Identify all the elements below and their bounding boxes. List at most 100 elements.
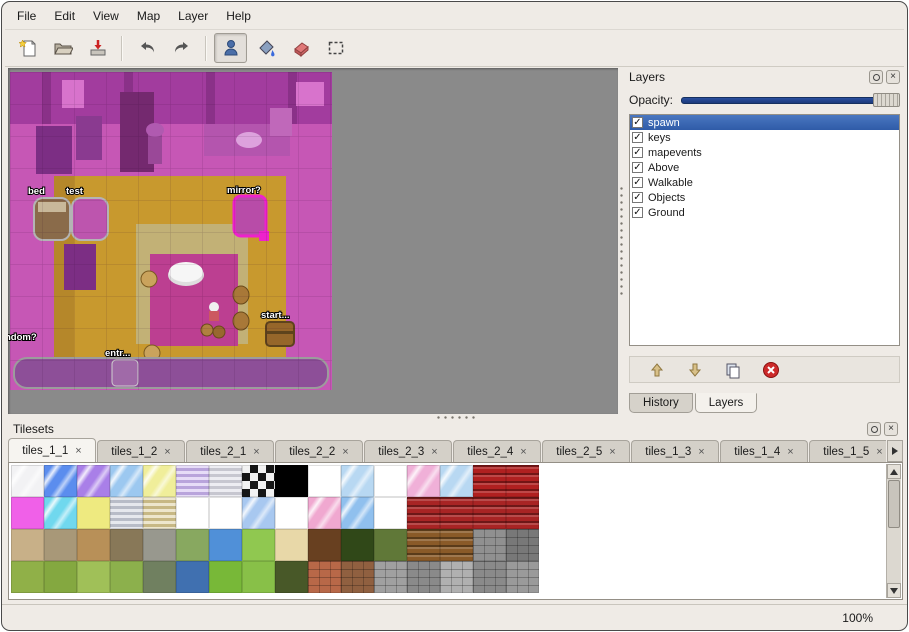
menu-help[interactable]: Help [217, 6, 260, 26]
eraser-tool-button[interactable] [284, 33, 317, 63]
tile-59[interactable] [374, 561, 407, 593]
menu-view[interactable]: View [84, 6, 128, 26]
tile-18[interactable] [77, 497, 110, 529]
tile-53[interactable] [176, 561, 209, 593]
new-file-button[interactable] [11, 33, 44, 63]
scroll-up-button[interactable] [887, 464, 901, 479]
tile-34[interactable] [77, 529, 110, 561]
float-panel-button[interactable] [867, 422, 881, 436]
tileset-tab-tiles_1_2[interactable]: tiles_1_2× [97, 440, 185, 462]
tab-close-icon[interactable]: × [164, 446, 170, 458]
map-canvas[interactable]: bedtestmirror?start...entr...random? [8, 68, 618, 414]
tile-24[interactable] [275, 497, 308, 529]
tile-9[interactable] [308, 465, 341, 497]
tile-8[interactable] [275, 465, 308, 497]
tile-29[interactable] [440, 497, 473, 529]
layer-row-Walkable[interactable]: ✓Walkable [630, 175, 899, 190]
lower-layer-button[interactable] [684, 359, 706, 381]
tileset-tab-tiles_1_4[interactable]: tiles_1_4× [720, 440, 808, 462]
open-button[interactable] [46, 33, 79, 63]
tile-45[interactable] [440, 529, 473, 561]
tile-50[interactable] [77, 561, 110, 593]
tile-11[interactable] [374, 465, 407, 497]
fill-tool-button[interactable] [249, 33, 282, 63]
tile-54[interactable] [209, 561, 242, 593]
layer-visible-checkbox[interactable]: ✓ [632, 192, 643, 203]
tile-55[interactable] [242, 561, 275, 593]
tileset-tab-tiles_1_5[interactable]: tiles_1_5× [809, 440, 886, 462]
tab-close-icon[interactable]: × [342, 446, 348, 458]
duplicate-layer-button[interactable] [722, 359, 744, 381]
tile-62[interactable] [473, 561, 506, 593]
tile-4[interactable] [143, 465, 176, 497]
tile-10[interactable] [341, 465, 374, 497]
tab-close-icon[interactable]: × [609, 446, 615, 458]
tab-close-icon[interactable]: × [787, 446, 793, 458]
close-panel-button[interactable]: × [884, 422, 898, 436]
tile-58[interactable] [341, 561, 374, 593]
tile-43[interactable] [374, 529, 407, 561]
tile-46[interactable] [473, 529, 506, 561]
tileset-tab-tiles_1_3[interactable]: tiles_1_3× [631, 440, 719, 462]
layer-row-keys[interactable]: ✓keys [630, 130, 899, 145]
layer-visible-checkbox[interactable]: ✓ [632, 132, 643, 143]
layer-row-Ground[interactable]: ✓Ground [630, 205, 899, 220]
tile-63[interactable] [506, 561, 539, 593]
layer-row-spawn[interactable]: ✓spawn [630, 115, 899, 130]
tile-12[interactable] [407, 465, 440, 497]
tile-32[interactable] [11, 529, 44, 561]
tile-40[interactable] [275, 529, 308, 561]
tile-14[interactable] [473, 465, 506, 497]
tabs-scroll-right-button[interactable] [887, 440, 903, 462]
panel-tab-history[interactable]: History [629, 393, 693, 413]
opacity-slider-handle[interactable] [873, 93, 900, 107]
tile-6[interactable] [209, 465, 242, 497]
tab-close-icon[interactable]: × [876, 446, 882, 458]
tile-35[interactable] [110, 529, 143, 561]
delete-layer-button[interactable] [760, 359, 782, 381]
opacity-slider[interactable] [681, 92, 900, 108]
tab-close-icon[interactable]: × [75, 445, 81, 457]
tab-close-icon[interactable]: × [253, 446, 259, 458]
tile-27[interactable] [374, 497, 407, 529]
tile-2[interactable] [77, 465, 110, 497]
layer-visible-checkbox[interactable]: ✓ [632, 147, 643, 158]
layer-row-Objects[interactable]: ✓Objects [630, 190, 899, 205]
redo-button[interactable] [165, 33, 198, 63]
scrollbar-thumb[interactable] [888, 480, 900, 528]
tile-1[interactable] [44, 465, 77, 497]
tab-close-icon[interactable]: × [698, 446, 704, 458]
tile-44[interactable] [407, 529, 440, 561]
tileset-tab-tiles_2_3[interactable]: tiles_2_3× [364, 440, 452, 462]
layer-visible-checkbox[interactable]: ✓ [632, 177, 643, 188]
tile-13[interactable] [440, 465, 473, 497]
tile-25[interactable] [308, 497, 341, 529]
tileset-tab-tiles_1_1[interactable]: tiles_1_1× [8, 438, 96, 462]
tile-48[interactable] [11, 561, 44, 593]
tile-36[interactable] [143, 529, 176, 561]
tile-26[interactable] [341, 497, 374, 529]
tile-42[interactable] [341, 529, 374, 561]
stamp-tool-button[interactable] [214, 33, 247, 63]
tile-51[interactable] [110, 561, 143, 593]
tile-31[interactable] [506, 497, 539, 529]
select-tool-button[interactable] [319, 33, 352, 63]
tab-close-icon[interactable]: × [431, 446, 437, 458]
tile-30[interactable] [473, 497, 506, 529]
layer-visible-checkbox[interactable]: ✓ [632, 162, 643, 173]
layer-row-Above[interactable]: ✓Above [630, 160, 899, 175]
tab-close-icon[interactable]: × [520, 446, 526, 458]
raise-layer-button[interactable] [646, 359, 668, 381]
tile-28[interactable] [407, 497, 440, 529]
tile-38[interactable] [209, 529, 242, 561]
tile-22[interactable] [209, 497, 242, 529]
close-panel-button[interactable]: × [886, 70, 900, 84]
tile-15[interactable] [506, 465, 539, 497]
tile-37[interactable] [176, 529, 209, 561]
tileset-tab-tiles_2_5[interactable]: tiles_2_5× [542, 440, 630, 462]
tile-52[interactable] [143, 561, 176, 593]
menu-layer[interactable]: Layer [169, 6, 217, 26]
tile-41[interactable] [308, 529, 341, 561]
tile-0[interactable] [11, 465, 44, 497]
tile-16[interactable] [11, 497, 44, 529]
